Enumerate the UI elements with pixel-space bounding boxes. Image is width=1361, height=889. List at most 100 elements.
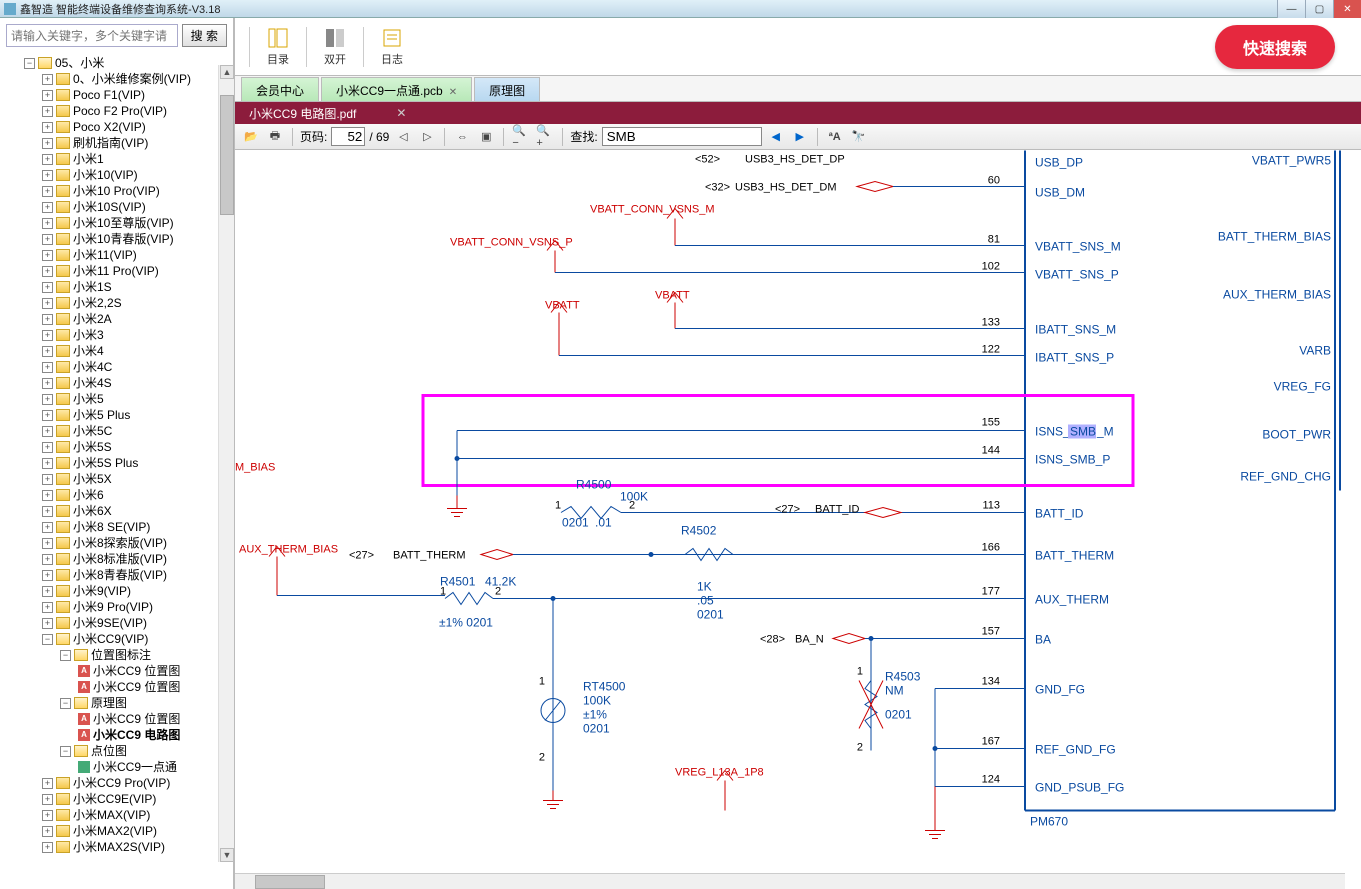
- tree-item[interactable]: 0、小米维修案例(VIP): [73, 71, 191, 87]
- expand-icon[interactable]: +: [42, 186, 53, 197]
- expand-icon[interactable]: +: [42, 522, 53, 533]
- tree-leaf-active[interactable]: 小米CC9 电路图: [93, 727, 180, 743]
- sidebar-scrollbar[interactable]: ▲ ▼: [218, 65, 234, 862]
- scrollbar-thumb[interactable]: [255, 875, 325, 889]
- expand-icon[interactable]: +: [42, 474, 53, 485]
- expand-icon[interactable]: +: [42, 794, 53, 805]
- tree-item[interactable]: 小米5 Plus: [73, 407, 130, 423]
- expand-icon[interactable]: +: [42, 154, 53, 165]
- next-page-icon[interactable]: ▷: [417, 127, 437, 147]
- tree-item[interactable]: 点位图: [91, 743, 127, 759]
- tree-item[interactable]: 小米6: [73, 487, 104, 503]
- tree-item[interactable]: 小米9 Pro(VIP): [73, 599, 153, 615]
- tree-leaf[interactable]: 小米CC9一点通: [93, 759, 177, 775]
- prev-page-icon[interactable]: ◁: [393, 127, 413, 147]
- expand-icon[interactable]: +: [42, 554, 53, 565]
- tree-item[interactable]: 小米5X: [73, 471, 112, 487]
- tree-item[interactable]: Poco X2(VIP): [73, 119, 146, 135]
- model-tree[interactable]: − 05、小米 +0、小米维修案例(VIP) + Poco F1(VIP) + Poco …: [0, 53, 233, 857]
- fit-page-icon[interactable]: ▣: [476, 127, 496, 147]
- tree-item[interactable]: Poco F2 Pro(VIP): [73, 103, 167, 119]
- tree-item[interactable]: 小米2A: [73, 311, 112, 327]
- tree-item[interactable]: 小米11(VIP): [73, 247, 137, 263]
- scrollbar-thumb[interactable]: [220, 95, 234, 215]
- expand-icon[interactable]: +: [42, 410, 53, 421]
- tab-pcb[interactable]: 小米CC9一点通.pcb✕: [321, 77, 472, 101]
- tree-item[interactable]: 小米10至尊版(VIP): [73, 215, 174, 231]
- find-input[interactable]: [602, 127, 762, 146]
- tree-item[interactable]: 小米4: [73, 343, 104, 359]
- tree-item[interactable]: 小米10青春版(VIP): [73, 231, 174, 247]
- tree-item[interactable]: 小米CC9 Pro(VIP): [73, 775, 170, 791]
- close-icon[interactable]: ✕: [449, 87, 457, 98]
- tree-item[interactable]: 小米8青春版(VIP): [73, 567, 167, 583]
- tree-item[interactable]: 小米2,2S: [73, 295, 122, 311]
- expand-icon[interactable]: +: [42, 106, 53, 117]
- tab-member-center[interactable]: 会员中心: [241, 77, 319, 101]
- tree-item[interactable]: 小米1S: [73, 279, 112, 295]
- scroll-down-icon[interactable]: ▼: [220, 848, 234, 862]
- tree-item[interactable]: 小米5S Plus: [73, 455, 138, 471]
- quick-search-button[interactable]: 快速搜索: [1215, 25, 1335, 69]
- expand-icon[interactable]: +: [42, 490, 53, 501]
- tree-item[interactable]: 小米10(VIP): [73, 167, 138, 183]
- expand-icon[interactable]: +: [42, 506, 53, 517]
- tree-item[interactable]: 小米9SE(VIP): [73, 615, 147, 631]
- zoom-out-icon[interactable]: 🔍−: [511, 127, 531, 147]
- open-icon[interactable]: 📂: [241, 127, 261, 147]
- expand-icon[interactable]: −: [60, 698, 71, 709]
- tree-item[interactable]: 小米1: [73, 151, 104, 167]
- expand-icon[interactable]: +: [42, 586, 53, 597]
- binoculars-icon[interactable]: 🔭: [849, 127, 869, 147]
- close-button[interactable]: ✕: [1333, 0, 1361, 18]
- expand-icon[interactable]: +: [42, 122, 53, 133]
- expand-icon[interactable]: +: [42, 90, 53, 101]
- tree-item[interactable]: 小米3: [73, 327, 104, 343]
- expand-icon[interactable]: +: [42, 266, 53, 277]
- expand-icon[interactable]: −: [60, 650, 71, 661]
- tree-item[interactable]: 小米CC9E(VIP): [73, 791, 156, 807]
- match-case-icon[interactable]: ªA: [825, 127, 845, 147]
- tree-item[interactable]: 小米10S(VIP): [73, 199, 146, 215]
- expand-icon[interactable]: +: [42, 202, 53, 213]
- tree-item[interactable]: 原理图: [91, 695, 127, 711]
- tree-leaf[interactable]: 小米CC9 位置图: [93, 663, 180, 679]
- tree-leaf[interactable]: 小米CC9 位置图: [93, 679, 180, 695]
- expand-icon[interactable]: +: [42, 394, 53, 405]
- expand-icon[interactable]: +: [42, 362, 53, 373]
- tab-schematic[interactable]: 原理图: [474, 77, 540, 101]
- expand-icon[interactable]: +: [42, 778, 53, 789]
- tree-root[interactable]: 05、小米: [55, 55, 104, 71]
- minimize-button[interactable]: —: [1277, 0, 1305, 18]
- close-icon[interactable]: ✕: [396, 106, 406, 120]
- tree-item[interactable]: 小米8探索版(VIP): [73, 535, 167, 551]
- expand-icon[interactable]: −: [24, 58, 35, 69]
- expand-icon[interactable]: +: [42, 298, 53, 309]
- pdf-tab[interactable]: 小米CC9 电路图.pdf✕: [239, 102, 416, 125]
- tree-item[interactable]: 小米CC9(VIP): [73, 631, 148, 647]
- expand-icon[interactable]: +: [42, 378, 53, 389]
- expand-icon[interactable]: +: [42, 826, 53, 837]
- page-input[interactable]: [331, 127, 365, 146]
- expand-icon[interactable]: +: [42, 602, 53, 613]
- expand-icon[interactable]: +: [42, 250, 53, 261]
- expand-icon[interactable]: +: [42, 618, 53, 629]
- tree-item[interactable]: 小米MAX2S(VIP): [73, 839, 165, 855]
- log-button[interactable]: 日志: [370, 27, 414, 67]
- zoom-in-icon[interactable]: 🔍+: [535, 127, 555, 147]
- expand-icon[interactable]: +: [42, 138, 53, 149]
- find-next-icon[interactable]: ▶: [790, 127, 810, 147]
- expand-icon[interactable]: +: [42, 842, 53, 853]
- tree-item[interactable]: 刷机指南(VIP): [73, 135, 148, 151]
- expand-icon[interactable]: +: [42, 458, 53, 469]
- tree-item[interactable]: 小米5: [73, 391, 104, 407]
- expand-icon[interactable]: +: [42, 330, 53, 341]
- canvas-scrollbar[interactable]: [235, 873, 1345, 889]
- tree-item[interactable]: 小米5S: [73, 439, 112, 455]
- tree-item[interactable]: Poco F1(VIP): [73, 87, 145, 103]
- expand-icon[interactable]: +: [42, 314, 53, 325]
- tree-item[interactable]: 小米6X: [73, 503, 112, 519]
- sidebar-search-button[interactable]: 搜 索: [182, 24, 227, 47]
- tree-item[interactable]: 小米5C: [73, 423, 112, 439]
- expand-icon[interactable]: −: [60, 746, 71, 757]
